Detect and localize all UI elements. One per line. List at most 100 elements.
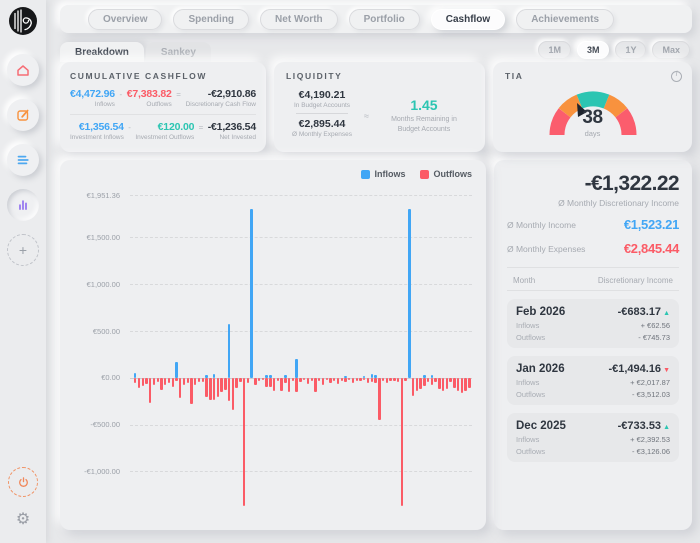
sidebar-item-home[interactable] xyxy=(7,54,39,86)
bar-outflow[interactable] xyxy=(145,378,147,385)
bar-outflow[interactable] xyxy=(359,378,361,381)
bar-chart-plot[interactable]: €1,951.36€1,500.00€1,000.00€500.00€0.00-… xyxy=(70,186,478,520)
bar-outflow[interactable] xyxy=(386,378,388,384)
bar-outflow[interactable] xyxy=(438,378,440,389)
bar-outflow[interactable] xyxy=(217,378,219,398)
bar-outflow[interactable] xyxy=(239,378,241,383)
demo-reset-button[interactable] xyxy=(8,467,38,497)
sidebar-item-transactions[interactable] xyxy=(7,144,39,176)
bar-outflow[interactable] xyxy=(416,378,418,392)
add-button[interactable] xyxy=(7,234,39,266)
bar-outflow[interactable] xyxy=(449,378,451,382)
bar-outflow[interactable] xyxy=(352,378,354,384)
bar-outflow[interactable] xyxy=(202,378,204,382)
bar-outflow[interactable] xyxy=(326,378,328,380)
info-icon[interactable] xyxy=(671,71,682,82)
bar-outflow[interactable] xyxy=(247,378,249,384)
month-row-jan-2026[interactable]: Jan 2026 -€1,494.16▼ Inflows+ €2,017.87 … xyxy=(507,356,679,405)
bar-outflow[interactable] xyxy=(198,378,200,382)
bar-outflow[interactable] xyxy=(446,378,448,389)
bar-inflow[interactable] xyxy=(250,209,252,378)
bar-outflow[interactable] xyxy=(307,378,309,384)
bar-outflow[interactable] xyxy=(190,378,192,404)
range-max[interactable]: Max xyxy=(652,41,690,59)
bar-outflow[interactable] xyxy=(393,378,395,381)
bar-inflow[interactable] xyxy=(295,359,297,378)
range-1m[interactable]: 1M xyxy=(538,41,571,59)
bar-outflow[interactable] xyxy=(179,378,181,398)
bar-inflow[interactable] xyxy=(228,324,230,377)
bar-outflow[interactable] xyxy=(164,378,166,385)
bar-outflow[interactable] xyxy=(224,378,226,390)
bar-outflow[interactable] xyxy=(205,378,207,397)
bar-outflow[interactable] xyxy=(284,378,286,384)
tab-sankey[interactable]: Sankey xyxy=(146,42,211,62)
bar-outflow[interactable] xyxy=(243,378,245,506)
bar-outflow[interactable] xyxy=(258,378,260,381)
bar-outflow[interactable] xyxy=(299,378,301,382)
bar-outflow[interactable] xyxy=(235,378,237,388)
bar-outflow[interactable] xyxy=(356,378,358,381)
bar-outflow[interactable] xyxy=(344,378,346,382)
bar-outflow[interactable] xyxy=(434,378,436,382)
bar-outflow[interactable] xyxy=(419,378,421,389)
bar-outflow[interactable] xyxy=(175,378,177,381)
bar-outflow[interactable] xyxy=(172,378,174,387)
bar-outflow[interactable] xyxy=(277,378,279,381)
bar-outflow[interactable] xyxy=(453,378,455,388)
month-row-feb-2026[interactable]: Feb 2026 -€683.17▲ Inflows+ €62.56 Outfl… xyxy=(507,299,679,348)
bar-outflow[interactable] xyxy=(157,378,159,383)
bar-outflow[interactable] xyxy=(142,378,144,386)
tab-breakdown[interactable]: Breakdown xyxy=(60,42,144,62)
bar-outflow[interactable] xyxy=(183,378,185,385)
bar-outflow[interactable] xyxy=(138,378,140,388)
legend-outflows[interactable]: Outflows xyxy=(420,169,473,179)
app-logo-icon[interactable] xyxy=(8,6,38,36)
tab-overview[interactable]: Overview xyxy=(88,9,162,30)
bar-outflow[interactable] xyxy=(262,378,264,380)
bar-outflow[interactable] xyxy=(337,378,339,384)
bar-outflow[interactable] xyxy=(288,378,290,392)
bar-outflow[interactable] xyxy=(457,378,459,391)
bar-outflow[interactable] xyxy=(295,378,297,392)
bar-outflow[interactable] xyxy=(464,378,466,391)
bar-outflow[interactable] xyxy=(220,378,222,393)
bar-outflow[interactable] xyxy=(401,378,403,506)
range-3m[interactable]: 3M xyxy=(577,41,610,59)
tab-cashflow[interactable]: Cashflow xyxy=(431,9,505,30)
bar-outflow[interactable] xyxy=(311,378,313,381)
bar-outflow[interactable] xyxy=(213,378,215,400)
bar-outflow[interactable] xyxy=(168,378,170,383)
tab-spending[interactable]: Spending xyxy=(173,9,249,30)
settings-button[interactable] xyxy=(16,509,30,529)
bar-inflow[interactable] xyxy=(175,362,177,378)
legend-inflows[interactable]: Inflows xyxy=(361,169,406,179)
bar-outflow[interactable] xyxy=(314,378,316,392)
tab-portfolio[interactable]: Portfolio xyxy=(349,9,420,30)
bar-outflow[interactable] xyxy=(194,378,196,385)
tab-achievements[interactable]: Achievements xyxy=(516,9,614,30)
bar-outflow[interactable] xyxy=(389,378,391,381)
bar-outflow[interactable] xyxy=(149,378,151,403)
bar-outflow[interactable] xyxy=(397,378,399,382)
bar-outflow[interactable] xyxy=(329,378,331,383)
bar-outflow[interactable] xyxy=(273,378,275,391)
bar-outflow[interactable] xyxy=(468,378,470,388)
bar-outflow[interactable] xyxy=(412,378,414,397)
bar-outflow[interactable] xyxy=(423,378,425,386)
sidebar-item-edit[interactable] xyxy=(7,99,39,131)
bar-outflow[interactable] xyxy=(292,378,294,381)
tab-net-worth[interactable]: Net Worth xyxy=(260,9,338,30)
range-1y[interactable]: 1Y xyxy=(615,41,646,59)
bar-outflow[interactable] xyxy=(341,378,343,381)
bar-outflow[interactable] xyxy=(265,378,267,387)
bar-outflow[interactable] xyxy=(209,378,211,400)
bar-outflow[interactable] xyxy=(431,378,433,385)
bar-outflow[interactable] xyxy=(228,378,230,401)
sidebar-item-analytics[interactable] xyxy=(7,189,39,221)
bar-outflow[interactable] xyxy=(254,378,256,385)
bar-inflow[interactable] xyxy=(408,209,410,378)
bar-outflow[interactable] xyxy=(371,378,373,383)
bar-outflow[interactable] xyxy=(153,378,155,385)
bar-outflow[interactable] xyxy=(269,378,271,387)
